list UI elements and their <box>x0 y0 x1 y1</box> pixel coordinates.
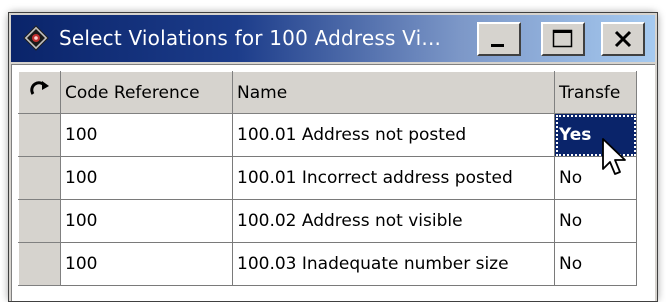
close-button[interactable] <box>601 22 645 56</box>
cell-code-reference[interactable]: 100 <box>60 156 233 200</box>
violations-table: Code Reference Name Transfe 100 100.01 A… <box>18 71 637 286</box>
window-title: Select Violations for 100 Address Vi... <box>59 26 442 50</box>
maximize-icon <box>552 29 573 48</box>
table-row[interactable]: 100 100.01 Address not posted Yes <box>18 113 637 157</box>
select-violations-dialog: Select Violations for 100 Address Vi... <box>8 12 658 302</box>
cell-transfer[interactable]: No <box>554 199 637 243</box>
cell-name[interactable]: 100.01 Incorrect address posted <box>232 156 555 200</box>
row-selector[interactable] <box>18 113 61 157</box>
row-selector[interactable] <box>18 242 61 286</box>
row-selector[interactable] <box>18 156 61 200</box>
mouse-cursor-icon <box>602 138 626 175</box>
title-bar[interactable]: Select Violations for 100 Address Vi... <box>11 15 655 62</box>
table-row[interactable]: 100 100.02 Address not visible No <box>18 199 637 243</box>
column-header-name[interactable]: Name <box>232 71 555 114</box>
minimize-button[interactable] <box>477 22 521 56</box>
violations-grid[interactable]: Code Reference Name Transfe 100 100.01 A… <box>11 64 655 301</box>
minimize-icon <box>491 44 504 47</box>
cell-code-reference[interactable]: 100 <box>60 113 233 157</box>
row-selector[interactable] <box>18 199 61 243</box>
cell-code-reference[interactable]: 100 <box>60 242 233 286</box>
cell-code-reference[interactable]: 100 <box>60 199 233 243</box>
cell-name[interactable]: 100.02 Address not visible <box>232 199 555 243</box>
table-row[interactable]: 100 100.01 Incorrect address posted No <box>18 156 637 200</box>
close-icon <box>614 30 632 48</box>
maximize-button[interactable] <box>541 22 585 56</box>
header-row: Code Reference Name Transfe <box>18 71 637 114</box>
refresh-header-cell[interactable] <box>18 71 61 114</box>
cell-name[interactable]: 100.03 Inadequate number size <box>232 242 555 286</box>
app-icon <box>23 25 49 51</box>
refresh-icon <box>30 81 49 95</box>
cell-name[interactable]: 100.01 Address not posted <box>232 113 555 157</box>
cell-transfer[interactable]: No <box>554 242 637 286</box>
column-header-code-reference[interactable]: Code Reference <box>60 71 233 114</box>
table-row[interactable]: 100 100.03 Inadequate number size No <box>18 242 637 286</box>
column-header-transfer[interactable]: Transfe <box>554 71 637 114</box>
